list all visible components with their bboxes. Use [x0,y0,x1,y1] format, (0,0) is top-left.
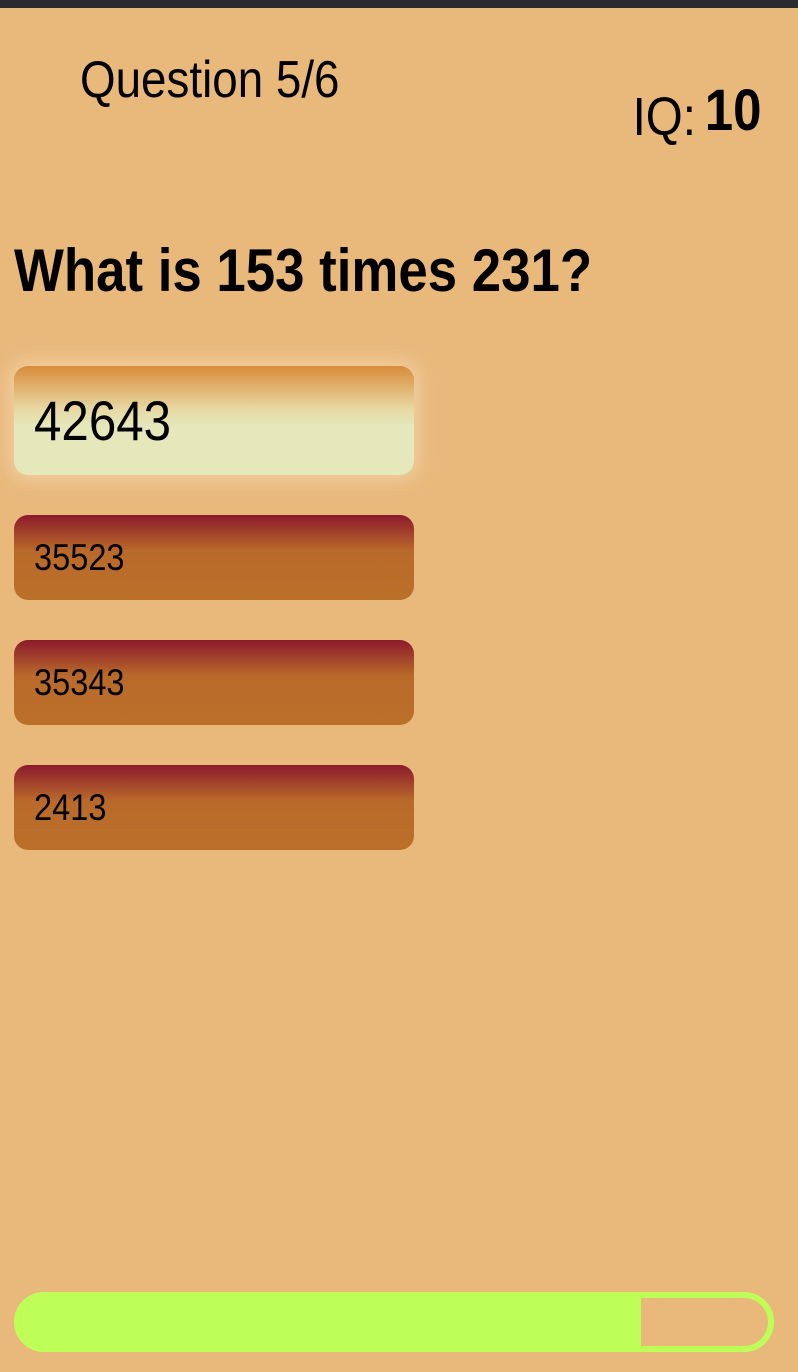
question-text: What is 153 times 231? [14,237,593,304]
answer-option-4[interactable]: 2413 [14,765,414,850]
iq-label: IQ: [633,87,697,147]
answer-option-label: 42643 [34,389,172,452]
iq-value: 10 [705,78,762,143]
answer-option-2[interactable]: 35523 [14,515,414,600]
progress-fill [20,1298,641,1346]
answer-option-1[interactable]: 42643 [14,366,414,475]
answer-option-3[interactable]: 35343 [14,640,414,725]
progress-bar [14,1292,774,1352]
top-status-bar [0,0,798,8]
answer-option-label: 2413 [34,786,107,828]
question-counter: Question 5/6 [80,51,340,109]
iq-score: IQ: 10 [633,81,762,148]
answer-option-label: 35523 [34,536,125,578]
answer-option-label: 35343 [34,661,125,703]
